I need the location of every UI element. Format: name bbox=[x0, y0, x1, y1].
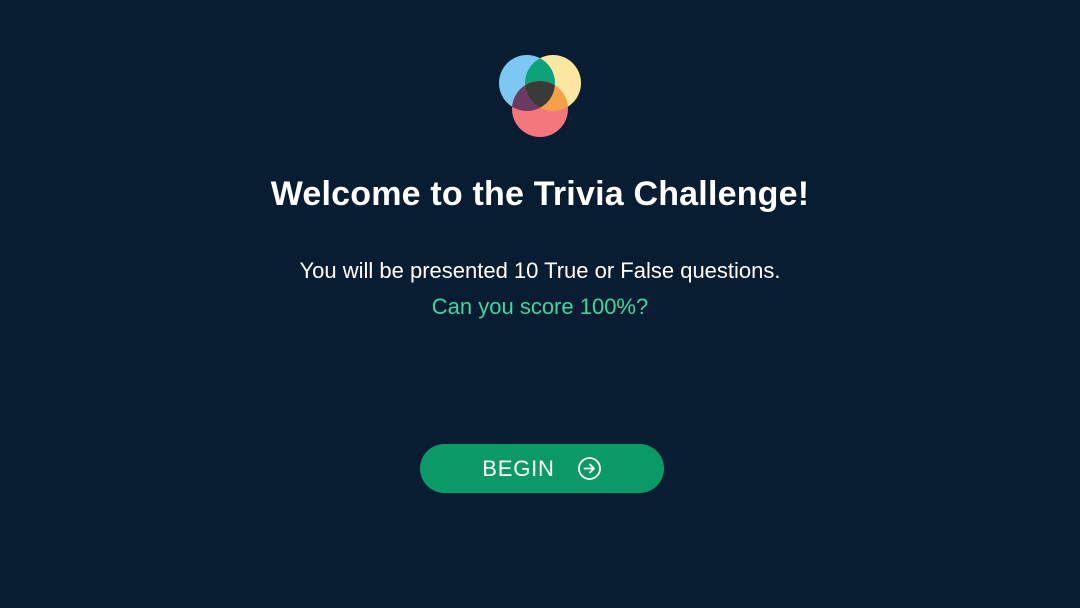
instructions-text: You will be presented 10 True or False q… bbox=[299, 258, 781, 283]
page-title: Welcome to the Trivia Challenge! bbox=[270, 175, 810, 213]
welcome-screen: Welcome to the Trivia Challenge! You wil… bbox=[0, 0, 1080, 608]
begin-button-label: BEGIN bbox=[482, 456, 555, 481]
begin-button[interactable]: BEGIN bbox=[420, 444, 664, 493]
arrow-right-circle-icon bbox=[577, 456, 602, 481]
trivia-logo-icon bbox=[496, 54, 584, 138]
challenge-tagline: Can you score 100%? bbox=[431, 294, 649, 319]
